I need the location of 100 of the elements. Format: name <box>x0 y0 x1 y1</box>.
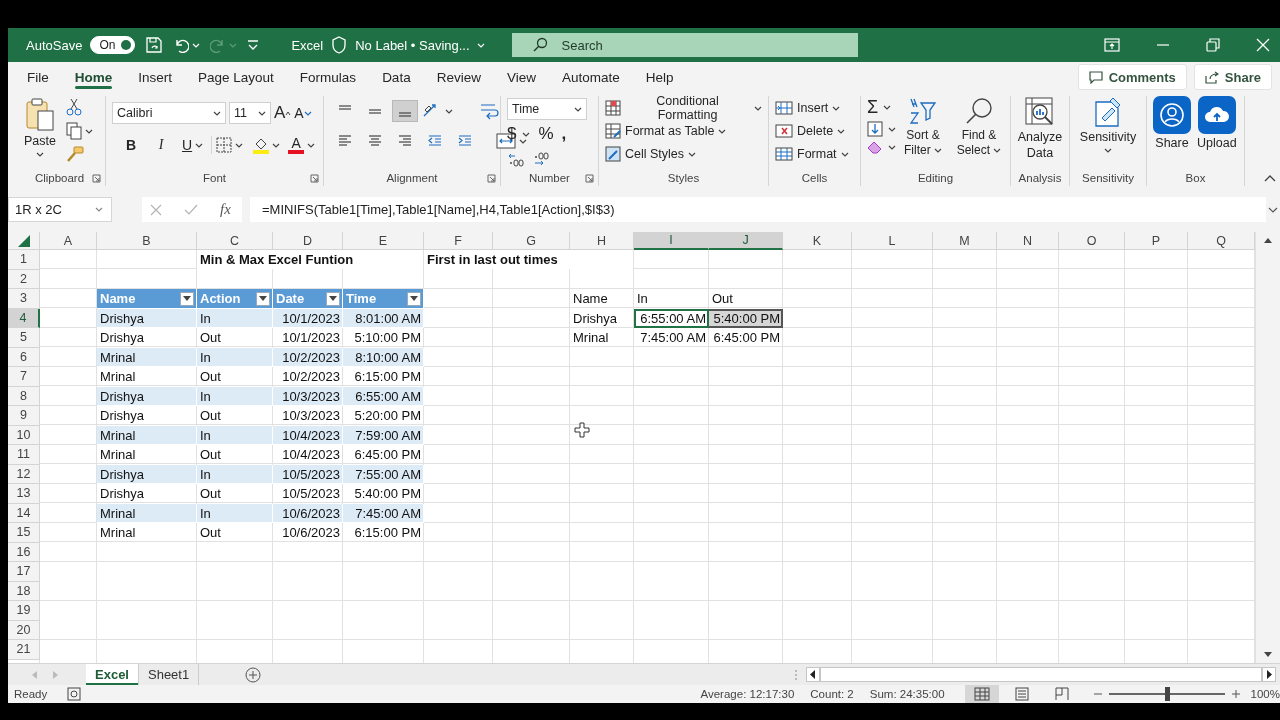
percent-button[interactable]: % <box>538 124 554 144</box>
row-header[interactable]: 1 <box>8 250 40 270</box>
ribbon-tab[interactable]: Data <box>369 62 424 92</box>
increase-decimal-icon[interactable] <box>507 151 525 167</box>
scroll-right-icon[interactable] <box>1262 667 1276 682</box>
customize-icon[interactable] <box>247 40 260 50</box>
column-header[interactable]: O <box>1059 232 1125 250</box>
save-icon[interactable] <box>145 36 164 54</box>
sheet-tab[interactable]: Excel <box>86 664 139 685</box>
ribbon-tab[interactable]: View <box>493 62 549 92</box>
scroll-up-icon[interactable] <box>1263 236 1273 244</box>
row-header[interactable]: 8 <box>8 386 40 406</box>
decrease-decimal-icon[interactable] <box>533 151 551 167</box>
dialog-launcher-icon[interactable] <box>92 173 101 183</box>
font-name-field[interactable]: Calibri <box>112 102 226 124</box>
row-header[interactable]: 16 <box>8 542 40 562</box>
row-header[interactable]: 12 <box>8 464 40 484</box>
autosave-toggle[interactable]: On <box>90 36 136 54</box>
column-header[interactable]: D <box>273 232 343 250</box>
row-header[interactable]: 10 <box>8 425 40 445</box>
ribbon-display-icon[interactable] <box>1104 38 1120 52</box>
row-header[interactable]: 19 <box>8 601 40 621</box>
share-button[interactable]: Share <box>1193 64 1272 90</box>
collapse-ribbon-icon[interactable] <box>1264 173 1276 182</box>
dialog-launcher-icon[interactable] <box>487 173 496 183</box>
insert-function-button[interactable]: fx <box>220 201 231 218</box>
borders-button[interactable] <box>216 137 244 153</box>
currency-button[interactable]: $ <box>507 124 531 144</box>
ribbon-tab[interactable]: Automate <box>548 62 633 92</box>
italic-button[interactable]: I <box>148 134 174 156</box>
view-button[interactable] <box>964 685 999 703</box>
bold-button[interactable]: B <box>118 134 144 156</box>
close-icon[interactable] <box>1256 38 1270 52</box>
column-header[interactable]: Q <box>1188 232 1255 250</box>
paste-button[interactable]: Paste <box>20 96 60 157</box>
column-header[interactable]: C <box>197 232 273 250</box>
dialog-launcher-icon[interactable] <box>585 173 594 183</box>
column-header[interactable]: P <box>1125 232 1188 250</box>
align-left-icon[interactable] <box>337 134 353 148</box>
zoom-in-icon[interactable] <box>1230 689 1241 699</box>
column-header[interactable]: K <box>783 232 852 250</box>
filter-dropdown-icon[interactable] <box>180 291 194 306</box>
row-header[interactable]: 13 <box>8 484 40 504</box>
row-header[interactable]: 2 <box>8 269 40 289</box>
styles-menu-button[interactable]: Format as Table <box>605 121 762 141</box>
sensitivity-label-menu[interactable]: No Label • Saving... <box>355 37 485 53</box>
row-header[interactable]: 9 <box>8 406 40 426</box>
bottom-align-button[interactable] <box>392 100 418 122</box>
font-color-button[interactable]: A <box>288 136 316 154</box>
row-header[interactable]: 3 <box>8 289 40 309</box>
row-header[interactable]: 14 <box>8 503 40 523</box>
add-sheet-icon[interactable] <box>245 666 262 683</box>
dialog-launcher-icon[interactable] <box>310 173 319 183</box>
clear-button[interactable] <box>867 140 896 154</box>
align-right-icon[interactable] <box>397 134 413 148</box>
format-painter-icon[interactable] <box>66 146 84 162</box>
cells-menu-button[interactable]: Insert <box>775 98 849 118</box>
ribbon-tab[interactable]: Formulas <box>286 62 370 92</box>
center-icon[interactable] <box>367 134 383 148</box>
ribbon-tab[interactable]: Help <box>632 62 687 92</box>
fill-color-button[interactable] <box>253 136 281 154</box>
column-header[interactable]: G <box>493 232 570 250</box>
autosum-button[interactable]: Σ <box>867 96 896 118</box>
column-header[interactable]: F <box>424 232 493 250</box>
row-header[interactable]: 4 <box>8 308 40 328</box>
cells-menu-button[interactable]: Format <box>775 144 849 164</box>
ribbon-tab[interactable]: File <box>14 62 62 92</box>
cells-menu-button[interactable]: Delete <box>775 121 849 141</box>
ribbon-tab[interactable]: Insert <box>125 62 186 92</box>
row-header[interactable]: 17 <box>8 562 40 582</box>
row-header[interactable]: 7 <box>8 367 40 387</box>
undo-button[interactable] <box>173 37 201 53</box>
filter-dropdown-icon[interactable] <box>256 291 270 306</box>
column-header[interactable]: I <box>634 232 709 250</box>
row-header[interactable]: 20 <box>8 620 40 640</box>
shrink-font-button[interactable]: A <box>294 105 312 121</box>
cut-icon[interactable] <box>66 98 82 116</box>
split-handle-icon[interactable] <box>794 668 798 681</box>
search-field[interactable]: Search <box>511 33 858 57</box>
column-header[interactable]: N <box>997 232 1059 250</box>
column-header[interactable]: M <box>933 232 997 250</box>
ribbon-tab[interactable]: Home <box>61 62 126 92</box>
font-size-field[interactable]: 11 <box>229 102 271 124</box>
accessibility-icon[interactable] <box>67 687 82 701</box>
ribbon-tab[interactable]: Page Layout <box>185 62 287 92</box>
row-header[interactable]: 18 <box>8 581 40 601</box>
filter-dropdown-icon[interactable] <box>407 291 421 306</box>
analyze-data-button[interactable]: Analyze Data <box>1017 96 1063 162</box>
name-box[interactable]: 1R x 2C <box>8 197 112 222</box>
restore-icon[interactable] <box>1206 38 1220 52</box>
zoom-slider-thumb[interactable] <box>1164 687 1170 701</box>
row-header[interactable]: 6 <box>8 347 40 367</box>
copy-button[interactable] <box>66 122 93 140</box>
row-header[interactable]: 21 <box>8 640 40 660</box>
underline-button[interactable]: U <box>178 137 208 153</box>
row-header[interactable]: 5 <box>8 328 40 348</box>
filter-dropdown-icon[interactable] <box>326 291 340 306</box>
wrap-text-button[interactable] <box>479 101 499 121</box>
row-header[interactable]: 15 <box>8 523 40 543</box>
zoom-level[interactable]: 100% <box>1250 688 1280 700</box>
